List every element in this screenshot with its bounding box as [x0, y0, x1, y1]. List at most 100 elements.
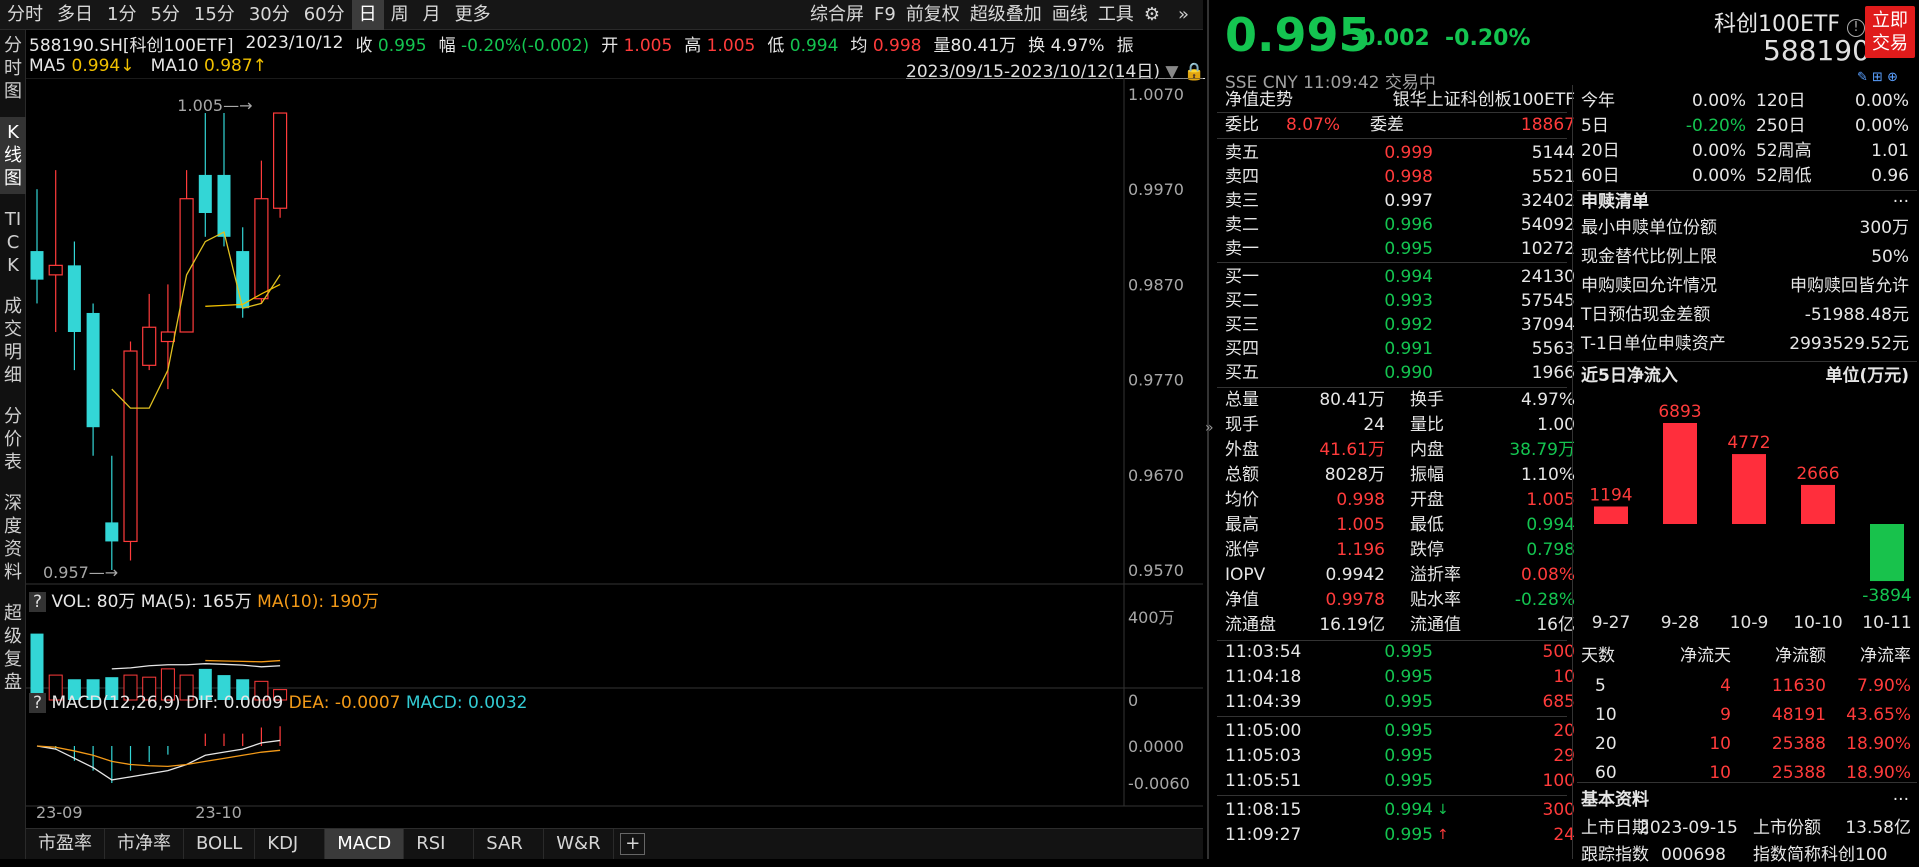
tick-row: 11:03:54 0.995 500 [1225, 642, 1575, 662]
left-nav-item[interactable]: 超级复盘 [0, 598, 26, 698]
tool-button[interactable]: 画线 [1047, 0, 1093, 30]
inflow-bar [1870, 524, 1904, 582]
candle-body [179, 198, 194, 333]
order-book-buy: 买一 0.994 24130 [1225, 267, 1575, 287]
more-arrow-icon[interactable]: » [1178, 4, 1189, 25]
candle [254, 160, 269, 304]
settings-gear-icon[interactable]: ⚙ [1139, 0, 1165, 30]
up-arrow-icon: ↑ [1437, 827, 1449, 843]
expand-icon[interactable]: ⊞ [1872, 70, 1883, 85]
price-tick-label: 0.9970 [1128, 180, 1184, 199]
tool-button[interactable]: 工具 [1093, 0, 1139, 30]
left-nav-item[interactable]: K线图 [0, 117, 26, 194]
candle-body [30, 251, 44, 280]
info-date: 2023/10/12 [245, 33, 344, 53]
performance-row: 20日 0.00% 52周高 1.01 [1581, 141, 1909, 161]
info-vol: 量80.41万 [933, 35, 1017, 56]
tool-button[interactable]: 前复权 [901, 0, 965, 30]
down-arrow-icon: ↓ [1437, 802, 1449, 818]
order-book-buy: 买三 0.992 37094 [1225, 315, 1575, 335]
indicator-tab[interactable]: SAR [474, 829, 545, 859]
info-open: 开 1.005 [601, 35, 673, 56]
candle-body [217, 174, 231, 237]
volume-tick-label: 0 [1128, 691, 1138, 710]
tick-row: 11:05:51 0.995 100 [1225, 771, 1575, 791]
subscribe-row: T日预估现金差额 -51988.48元 [1581, 305, 1909, 325]
candle [123, 341, 138, 561]
candle-body [254, 198, 269, 300]
left-nav-item[interactable]: 分价表 [0, 401, 26, 478]
info-avg: 均 0.998 [850, 35, 922, 56]
tick-row: 11:05:00 0.995 20 [1225, 721, 1575, 741]
flow-table-row: 10 9 48191 43.65% [1595, 705, 1911, 725]
order-book-sell: 卖二 0.996 54092 [1225, 215, 1575, 235]
left-nav-item[interactable]: 成交明细 [0, 291, 26, 391]
tick-row: 11:04:39 0.995 685 [1225, 692, 1575, 712]
tool-button[interactable]: 综合屏 [805, 0, 869, 30]
period-tab[interactable]: 1分 [100, 0, 143, 30]
add-icon[interactable]: ⊕ [1887, 70, 1898, 85]
help-icon[interactable]: ? [29, 592, 47, 612]
order-book-buy: 买二 0.993 57545 [1225, 291, 1575, 311]
stat-row: 现手 24 量比 1.00 [1225, 415, 1575, 435]
order-book-buy: 买五 0.990 1966 [1225, 363, 1575, 383]
info-low: 低 0.994 [767, 35, 839, 56]
period-tab[interactable]: 更多 [448, 0, 498, 30]
stat-row: 流通盘 16.19亿 流通值 16亿 [1225, 615, 1575, 635]
left-nav-item[interactable]: TICK [0, 204, 26, 281]
low-marker-label: 0.957—→ [43, 563, 118, 582]
indicator-tab[interactable]: BOLL [184, 829, 256, 859]
indicator-tab[interactable]: RSI [404, 829, 475, 859]
edit-icon[interactable]: ✎ [1857, 70, 1868, 85]
inflow-bar [1732, 454, 1766, 524]
help-icon[interactable]: ? [29, 693, 47, 713]
period-tab[interactable]: 5分 [143, 0, 186, 30]
candle-body [198, 174, 212, 213]
indicator-tab[interactable]: MACD [325, 829, 405, 859]
indicator-tab[interactable]: 市净率 [105, 829, 184, 859]
left-nav-item[interactable]: 深度资料 [0, 488, 26, 588]
inflow-bar [1663, 423, 1697, 524]
tick-row: 11:05:03 0.995 29 [1225, 746, 1575, 766]
period-tab[interactable]: 多日 [50, 0, 100, 30]
period-tab[interactable]: 分时 [0, 0, 50, 30]
net-inflow-chart: 1194 9-27 6893 9-28 4772 10-9 2666 10-10 -3894 10… [1589, 402, 1911, 633]
indicator-tab[interactable]: W&R [544, 829, 615, 859]
left-nav-item[interactable]: 分时图 [0, 30, 26, 107]
kline-chart[interactable]: 1.0070 0.9970 0.9870 0.9770 0.9670 0.9570 1.00… [26, 78, 1203, 828]
period-tab[interactable]: 日 [351, 0, 384, 30]
subscribe-title-row: 申赎清单 ··· [1581, 192, 1909, 212]
divider [1577, 361, 1917, 362]
tool-button[interactable]: 超级叠加 [965, 0, 1047, 30]
period-tab[interactable]: 周 [384, 0, 416, 30]
period-tab[interactable]: 15分 [187, 0, 242, 30]
trade-now-button[interactable]: 立即交易 [1865, 6, 1915, 58]
volume-bar [30, 633, 44, 700]
period-tab[interactable]: 30分 [242, 0, 297, 30]
candle-body [273, 112, 288, 209]
period-tab[interactable]: 月 [416, 0, 448, 30]
candle [160, 284, 175, 390]
column-divider [1572, 85, 1573, 859]
panel-controls[interactable]: ✎ ⊞ ⊕ [1857, 70, 1898, 85]
period-tab[interactable]: 60分 [297, 0, 352, 30]
stat-row: 涨停 1.196 跌停 0.798 [1225, 540, 1575, 560]
indicator-tab[interactable]: KDJ [255, 829, 326, 859]
collapse-arrow-icon[interactable]: » [1205, 420, 1214, 436]
candle-body [236, 251, 250, 309]
candle-body [48, 264, 63, 276]
price-tick-label: 1.0070 [1128, 85, 1184, 104]
candle [86, 303, 100, 456]
performance-row: 60日 0.00% 52周低 0.96 [1581, 166, 1909, 186]
left-nav: 分时图 K线图 TICK 成交明细分价表深度资料超级复盘 [0, 30, 26, 859]
subscribe-row: T-1日单位申赎资产 2993529.52元 [1581, 334, 1909, 354]
tool-button[interactable]: F9 [869, 0, 901, 30]
tick-row: 11:08:15 0.994 ↓ 300 [1225, 800, 1575, 820]
stat-row: 外盘 41.61万 内盘 38.79万 [1225, 440, 1575, 460]
indicator-tab[interactable]: 市盈率 [26, 829, 105, 859]
add-tab-button[interactable]: + [620, 833, 646, 855]
nav-trend-row: 净值走势 银华上证科创板100ETF [1225, 90, 1575, 110]
order-book-sell: 卖三 0.997 32402 [1225, 191, 1575, 211]
macd-tick-label: -0.0060 [1128, 774, 1190, 793]
stat-row: IOPV 0.9942 溢折率 0.08% [1225, 565, 1575, 585]
